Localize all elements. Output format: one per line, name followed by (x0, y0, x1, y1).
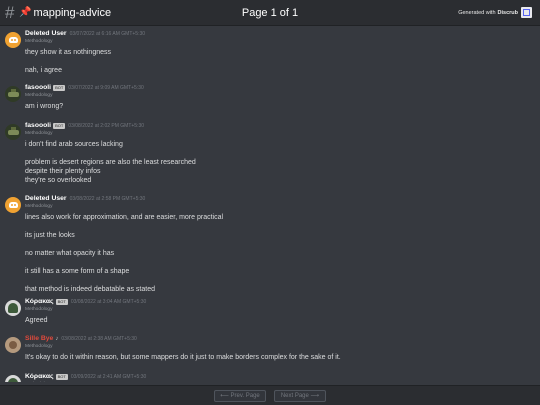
generator-brand: Discrub (497, 9, 518, 16)
generated-with-label: Generated with Discrub (458, 7, 532, 18)
top-bar: # 📌 mapping-advice Page 1 of 1 Generated… (0, 0, 540, 26)
message-text: Agreed (25, 317, 48, 324)
role-label: Methodology (25, 204, 53, 209)
author-name[interactable]: fasoooli (25, 84, 51, 91)
pagination-bar: ⟵ Prev. Page Next Page ⟶ (0, 385, 540, 405)
role-label: Methodology (25, 93, 53, 98)
avatar[interactable] (5, 375, 21, 382)
message-text: despite their plenty infos (25, 168, 101, 175)
message-text: am i wrong? (25, 103, 64, 110)
message-text: that method is indeed debatable as state… (25, 286, 155, 293)
role-label: Methodology (25, 131, 53, 136)
message-header: fasoooli BOT 03/08/2022 at 2:02 PM GMT+5:3… (25, 122, 144, 129)
author-badge: BOT (55, 373, 68, 380)
avatar[interactable] (5, 300, 21, 316)
message-text: no matter what opacity it has (25, 250, 115, 257)
author-name[interactable]: Sille Bye (25, 335, 53, 342)
message-header: Sille Bye ♪ 03/08/2022 at 2:38 AM GMT+5:30 (25, 335, 137, 342)
timestamp: 03/08/2022 at 3:04 AM GMT+5:30 (70, 298, 147, 305)
music-note-icon: ♪ (55, 335, 59, 342)
message-text: they're so overlooked (25, 177, 92, 184)
channel-name: mapping-advice (33, 6, 112, 19)
message-text: It's okay to do it within reason, but so… (25, 354, 341, 361)
message-text: lines also work for approximation, and a… (25, 214, 224, 221)
message-header: Κόρακας BOT 03/09/2022 at 2:41 AM GMT+5:30 (25, 373, 146, 380)
avatar[interactable] (5, 32, 21, 48)
message-text: i don't find arab sources lacking (25, 141, 123, 148)
role-label: Methodology (25, 344, 53, 349)
message-header: Deleted User 03/08/2022 at 2:58 PM GMT+5:… (25, 195, 145, 202)
message-header: Κόρακας BOT 03/08/2022 at 3:04 AM GMT+5:30 (25, 298, 146, 305)
message-header: fasoooli BOT 03/07/2022 at 9:09 AM GMT+5:3… (25, 84, 144, 91)
timestamp: 03/07/2022 at 6:16 AM GMT+5:30 (69, 30, 146, 37)
author-name[interactable]: Deleted User (25, 30, 67, 37)
timestamp: 03/07/2022 at 9:09 AM GMT+5:30 (68, 84, 144, 91)
message-text: it still has a some form of a shape (25, 268, 130, 275)
role-label: Methodology (25, 307, 53, 312)
hash-icon: # (5, 2, 15, 22)
author-badge: BOT (55, 298, 68, 305)
author-badge: BOT (53, 84, 66, 91)
message-text: they show it as nothingness (25, 49, 111, 56)
pin-icon: 📌 (19, 7, 32, 18)
next-page-button[interactable]: Next Page ⟶ (274, 390, 326, 402)
author-name[interactable]: Κόρακας (25, 298, 54, 305)
prev-page-button[interactable]: ⟵ Prev. Page (214, 390, 266, 402)
author-badge: BOT (53, 122, 66, 129)
avatar[interactable] (5, 337, 21, 353)
generated-prefix: Generated with (458, 9, 496, 16)
author-name[interactable]: fasoooli (25, 122, 51, 129)
message-header: Deleted User 03/07/2022 at 6:16 AM GMT+5:… (25, 30, 145, 37)
author-name[interactable]: Deleted User (25, 195, 67, 202)
timestamp: 03/08/2022 at 2:38 AM GMT+5:30 (61, 335, 137, 342)
role-label: Methodology (25, 39, 53, 44)
message-text: nah, i agree (25, 67, 62, 74)
timestamp: 03/08/2022 at 2:02 PM GMT+5:30 (68, 122, 145, 129)
avatar[interactable] (5, 124, 21, 140)
message-text: its just the looks (25, 232, 75, 239)
message-text: problem is desert regions are also the l… (25, 159, 196, 166)
timestamp: 03/09/2022 at 2:41 AM GMT+5:30 (70, 373, 147, 380)
author-name[interactable]: Κόρακας (25, 373, 54, 380)
avatar[interactable] (5, 197, 21, 213)
message-list[interactable]: Deleted User 03/07/2022 at 6:16 AM GMT+5:… (0, 30, 540, 382)
avatar[interactable] (5, 86, 21, 102)
discrub-logo-icon (521, 7, 532, 18)
timestamp: 03/08/2022 at 2:58 PM GMT+5:30 (69, 195, 146, 202)
